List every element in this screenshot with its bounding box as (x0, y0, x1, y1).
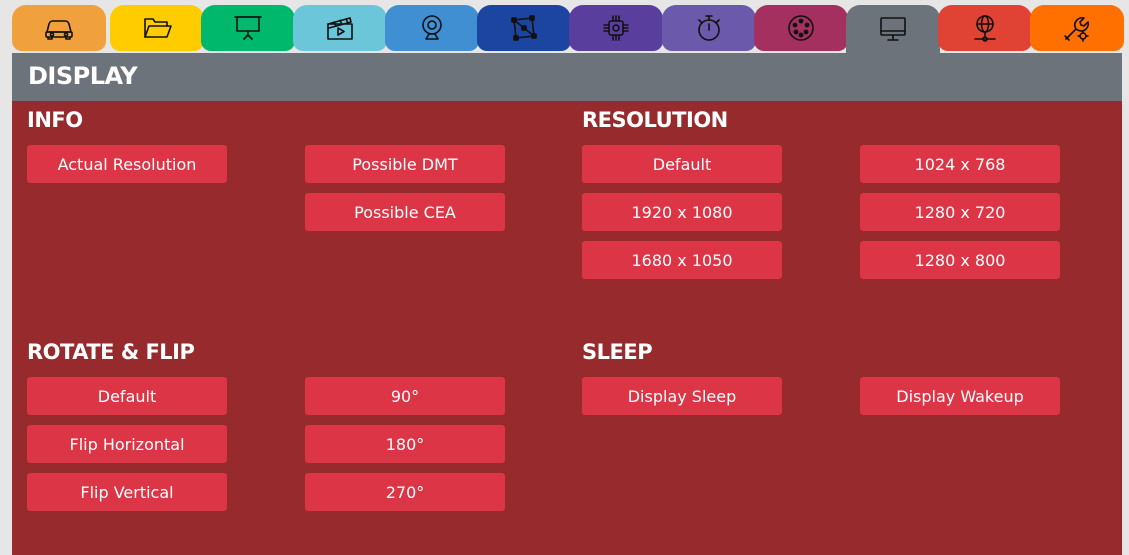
section-title-sleep: SLEEP (582, 340, 653, 364)
rotate-180-button[interactable]: 180° (305, 425, 505, 463)
tab-globe[interactable] (938, 5, 1032, 51)
projector-screen-icon (234, 16, 262, 40)
globe-network-icon (974, 15, 996, 42)
folder-open-icon (144, 18, 172, 38)
display-panel: DISPLAY INFO Actual Resolution Possible … (12, 53, 1122, 555)
tab-camera[interactable] (385, 5, 479, 51)
wrench-gear-icon (1064, 16, 1090, 42)
resolution-1280x800-button[interactable]: 1280 x 800 (860, 241, 1060, 279)
section-title-rotate-flip: ROTATE & FLIP (27, 340, 195, 364)
flip-horizontal-button[interactable]: Flip Horizontal (27, 425, 227, 463)
display-wakeup-button[interactable]: Display Wakeup (860, 377, 1060, 415)
section-title-info: INFO (27, 108, 83, 132)
section-title-resolution: RESOLUTION (582, 108, 728, 132)
resolution-1920x1080-button[interactable]: 1920 x 1080 (582, 193, 782, 231)
tab-display[interactable] (846, 5, 940, 53)
rotate-270-button[interactable]: 270° (305, 473, 505, 511)
network-nodes-icon (511, 15, 537, 41)
panel-title: DISPLAY (28, 62, 138, 90)
tab-media[interactable] (293, 5, 387, 51)
rotate-90-button[interactable]: 90° (305, 377, 505, 415)
resolution-1680x1050-button[interactable]: 1680 x 1050 (582, 241, 782, 279)
din-connector-icon (788, 15, 814, 41)
monitor-icon (880, 17, 906, 41)
flip-vertical-button[interactable]: Flip Vertical (27, 473, 227, 511)
tab-tools[interactable] (1030, 5, 1124, 51)
tab-folder[interactable] (110, 5, 204, 51)
possible-cea-button[interactable]: Possible CEA (305, 193, 505, 231)
tab-chip[interactable] (569, 5, 663, 51)
resolution-default-button[interactable]: Default (582, 145, 782, 183)
tab-presentation[interactable] (201, 5, 295, 51)
stopwatch-icon (698, 15, 720, 41)
resolution-1024x768-button[interactable]: 1024 x 768 (860, 145, 1060, 183)
rotate-default-button[interactable]: Default (27, 377, 227, 415)
display-sleep-button[interactable]: Display Sleep (582, 377, 782, 415)
cpu-chip-icon (603, 15, 629, 41)
possible-dmt-button[interactable]: Possible DMT (305, 145, 505, 183)
webcam-icon (422, 15, 442, 40)
tab-network[interactable] (477, 5, 571, 51)
actual-resolution-button[interactable]: Actual Resolution (27, 145, 227, 183)
tab-connector[interactable] (754, 5, 848, 51)
tab-timer[interactable] (662, 5, 756, 51)
panel-header: DISPLAY (12, 53, 1122, 101)
car-icon (45, 20, 73, 40)
clapperboard-icon (327, 17, 353, 40)
tab-car[interactable] (12, 5, 106, 51)
resolution-1280x720-button[interactable]: 1280 x 720 (860, 193, 1060, 231)
